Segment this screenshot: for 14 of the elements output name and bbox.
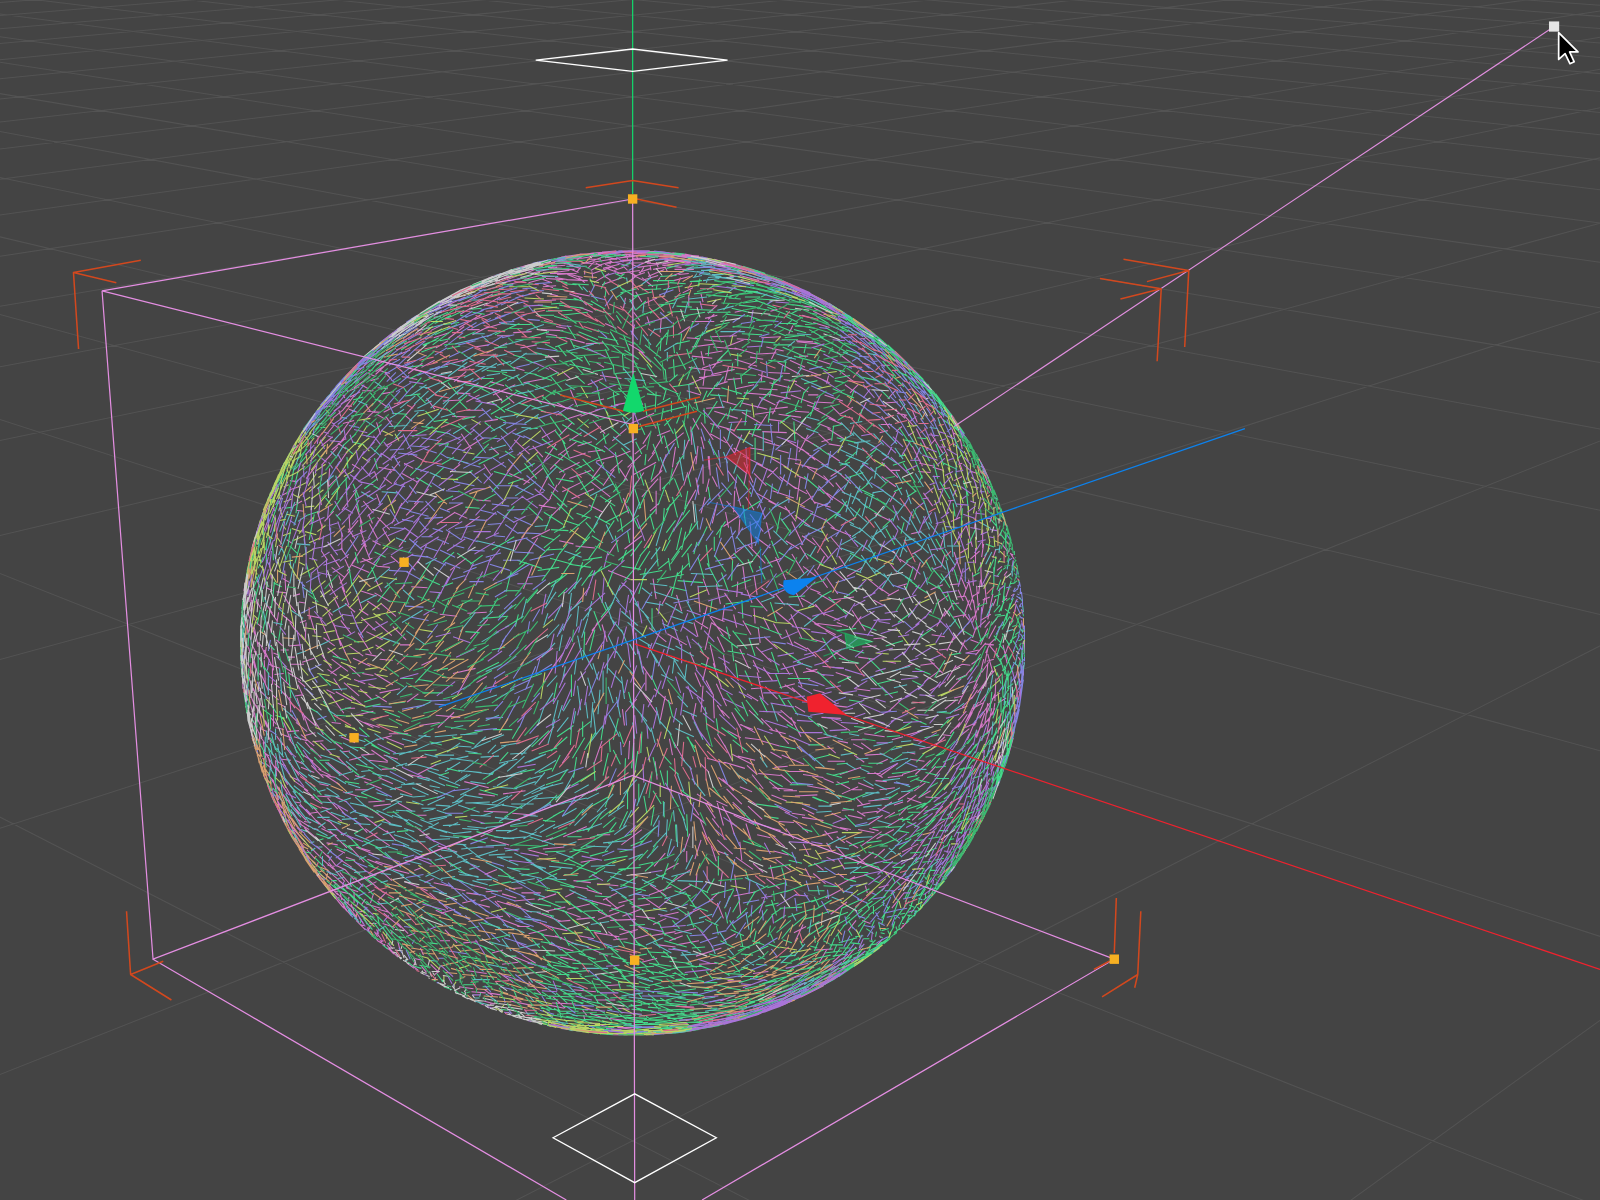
handle-point[interactable]	[349, 733, 359, 743]
faded-handle-icon[interactable]	[707, 501, 763, 584]
faded-handle-icon[interactable]	[822, 625, 875, 657]
handle-point[interactable]	[399, 557, 409, 567]
handle-point[interactable]	[628, 423, 639, 434]
axis-handle-icon[interactable]	[806, 693, 847, 715]
handle-point[interactable]	[630, 955, 640, 965]
handle-point[interactable]	[1549, 21, 1560, 32]
handle-point[interactable]	[627, 194, 638, 204]
handle-point[interactable]	[1109, 954, 1119, 964]
faded-handle-icon[interactable]	[703, 446, 751, 511]
axis-handle-icon[interactable]	[622, 372, 645, 413]
mouse-pointer-icon	[1557, 31, 1579, 65]
axis-handle-icon[interactable]	[783, 577, 817, 596]
